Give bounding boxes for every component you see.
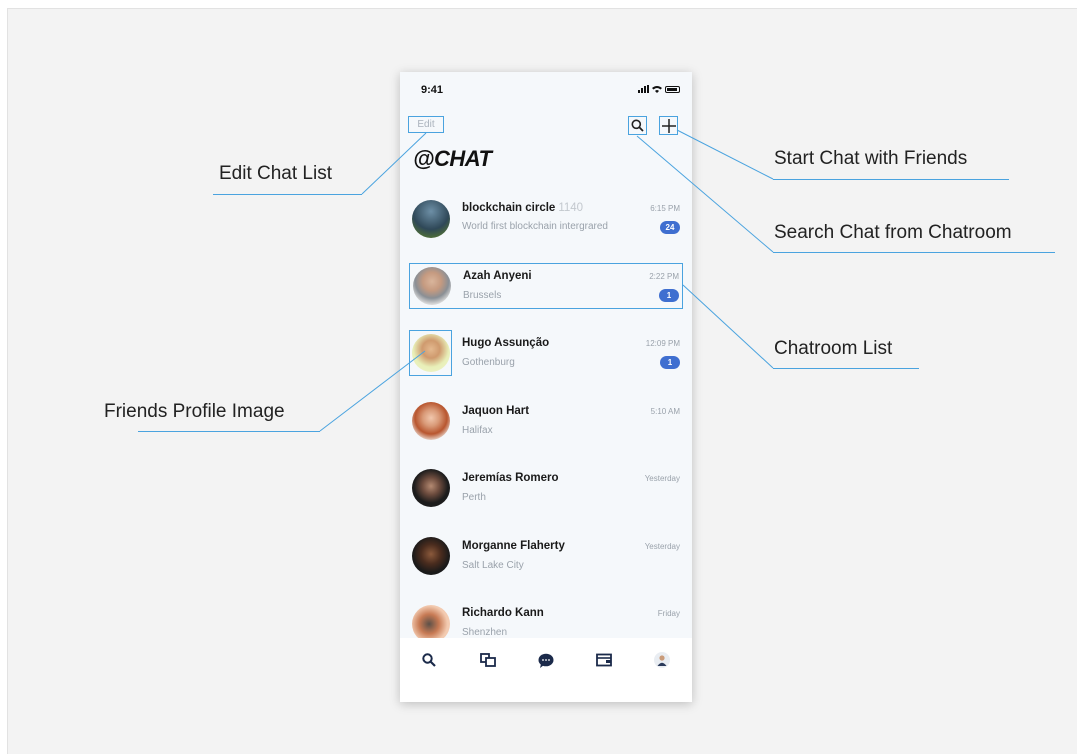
annotation-underline xyxy=(138,431,320,432)
start-callout-line xyxy=(676,129,774,180)
annotation-underline xyxy=(773,179,1009,180)
annotation-underline xyxy=(773,368,919,369)
callout-lines xyxy=(319,129,774,432)
annotation-profile-image: Friends Profile Image xyxy=(104,401,285,422)
edit-callout-line xyxy=(361,132,427,195)
annotation-underline xyxy=(773,252,1055,253)
annotation-start-chat: Start Chat with Friends xyxy=(774,148,968,169)
profile-callout-line xyxy=(319,350,426,432)
annotation-edit-chat-list: Edit Chat List xyxy=(219,163,332,184)
annotation-chatroom-list: Chatroom List xyxy=(774,338,893,359)
list-callout-line xyxy=(682,284,774,369)
search-callout-line xyxy=(636,135,774,253)
annotation-search-chat: Search Chat from Chatroom xyxy=(774,222,1012,243)
annotation-underline xyxy=(213,194,362,195)
